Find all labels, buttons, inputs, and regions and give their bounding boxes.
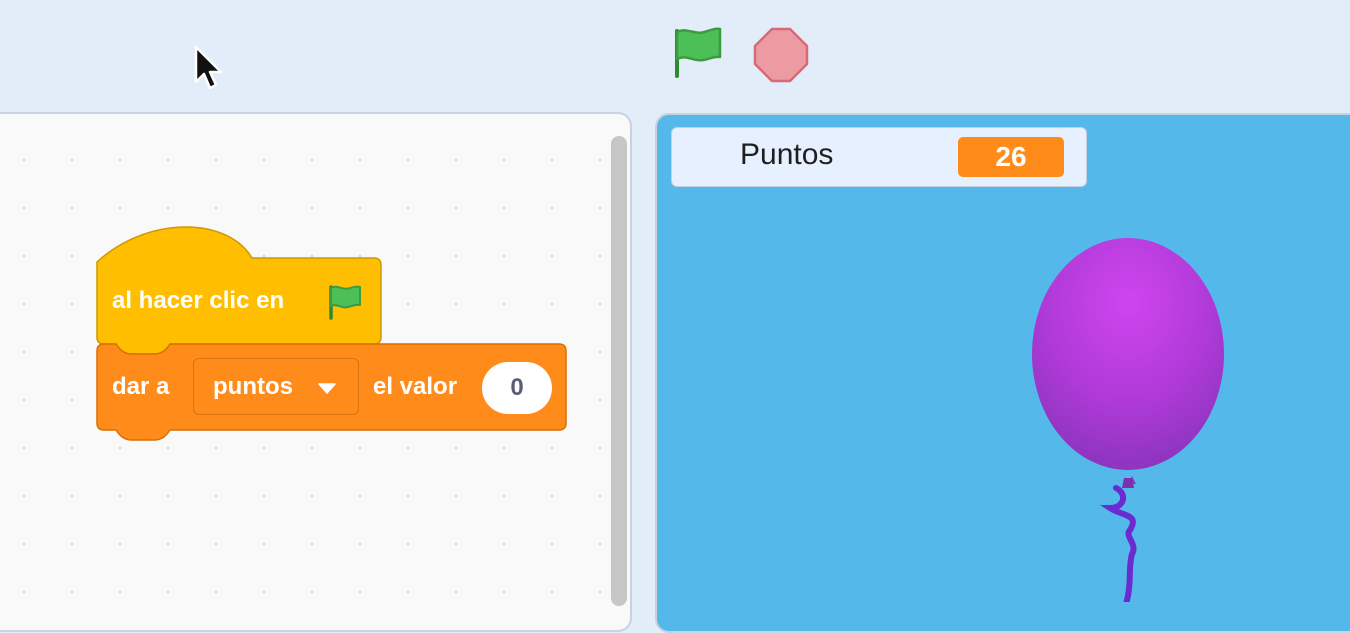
variable-dropdown[interactable]: puntos (193, 358, 359, 415)
variable-monitor[interactable]: Puntos 26 (671, 127, 1087, 187)
code-area-scrollbar[interactable] (611, 136, 627, 606)
value-input[interactable]: 0 (482, 362, 552, 414)
monitor-value: 26 (958, 137, 1064, 177)
top-toolbar (0, 0, 1350, 110)
dropdown-arrow-icon (318, 383, 336, 394)
green-flag-icon[interactable] (668, 24, 726, 82)
stop-octagon-icon[interactable] (752, 26, 810, 84)
set-block-label: dar a (112, 373, 170, 400)
variable-name: puntos (213, 373, 293, 400)
value-label: el valor (373, 373, 458, 400)
when-flag-clicked-label: al hacer clic en (112, 287, 285, 314)
monitor-label: Puntos (740, 138, 834, 171)
stage[interactable] (655, 113, 1350, 633)
balloon-sprite[interactable] (1020, 232, 1240, 602)
mouse-pointer-icon (194, 45, 223, 90)
green-flag-icon (329, 285, 361, 320)
